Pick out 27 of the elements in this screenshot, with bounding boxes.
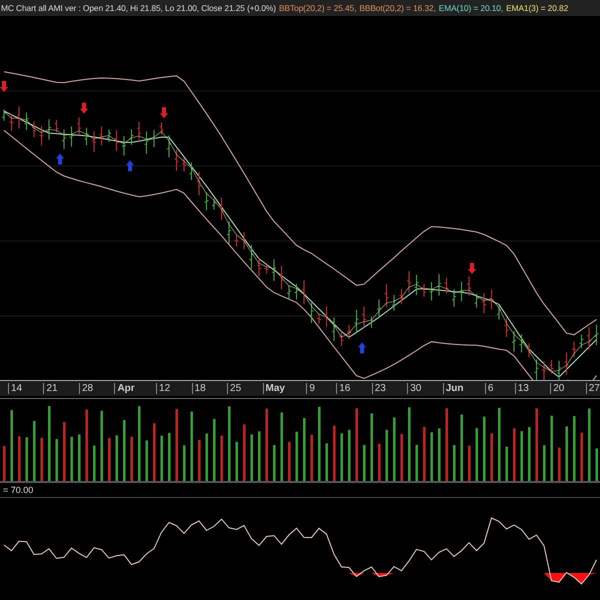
date-axis-label: 6: [484, 383, 494, 394]
date-axis-label: 12: [156, 383, 170, 394]
oscillator-level-label: = 70.00: [3, 484, 34, 495]
indicator-readout: MC Chart all AMI ver : Open 21.40, Hi 21.85, Lo 21.00, Close 21.25 (+0.0%): [1, 2, 276, 13]
down-arrow-icon: [0, 80, 8, 92]
indicator-readout: EMA1(3) = 20.82: [506, 2, 568, 13]
date-axis-label: Jun: [442, 383, 464, 394]
indicator-readout: EMA(10) = 20.10,: [438, 2, 504, 13]
date-axis-label: 14: [8, 383, 22, 394]
indicator-readout: BBBot(20,2) = 16.32,: [359, 2, 436, 13]
date-axis-label: 30: [407, 383, 422, 394]
date-axis-label: 9: [306, 383, 315, 394]
date-axis-label: 18: [192, 383, 206, 394]
date-axis-label: 21: [43, 383, 58, 394]
down-arrow-icon: [80, 102, 88, 114]
date-axis-label: 23: [372, 383, 386, 394]
down-arrow-icon: [160, 107, 168, 118]
down-arrow-icon: [468, 262, 476, 274]
date-axis-label: 13: [514, 383, 529, 394]
date-axis-label: 27: [586, 383, 600, 394]
date-axis-label: 16: [336, 383, 350, 394]
date-axis-label: Apr: [114, 383, 135, 394]
indicator-readout: BBTop(20,2) = 25.45,: [278, 2, 356, 13]
date-axis-label: 25: [227, 383, 242, 394]
date-axis-label: 28: [78, 383, 94, 394]
date-axis-label: May: [262, 383, 285, 394]
date-axis-label: 20: [550, 383, 564, 394]
